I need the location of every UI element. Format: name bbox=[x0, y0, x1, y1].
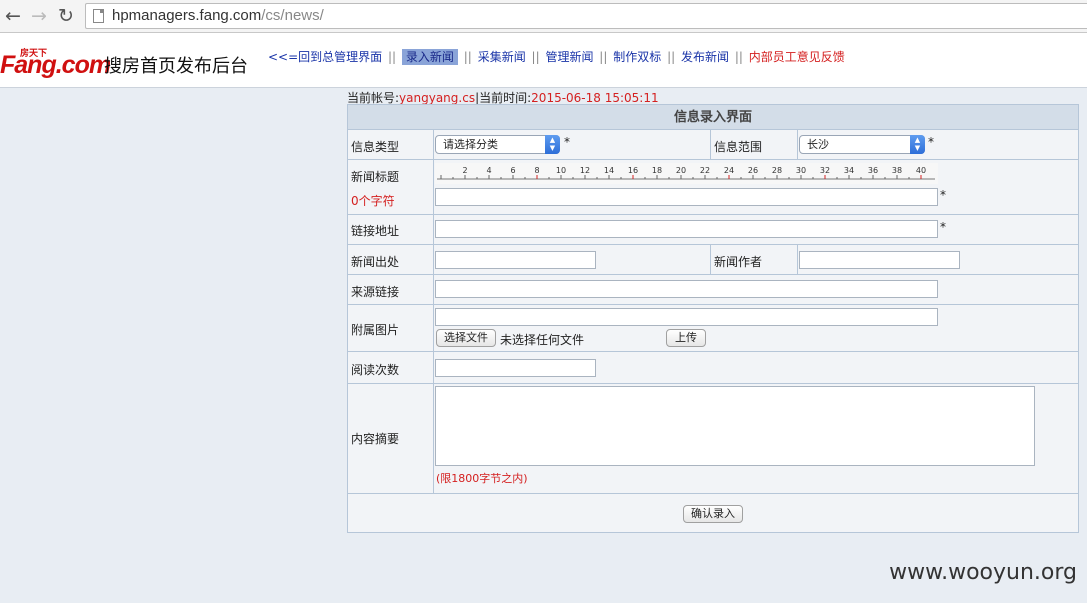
arrow-right-icon[interactable]: → bbox=[28, 5, 50, 27]
current-time: 2015-06-18 15:05:11 bbox=[531, 91, 659, 105]
ruler-tick-label: 4 bbox=[486, 166, 491, 175]
ruler-tick-label: 14 bbox=[604, 166, 614, 175]
form-title: 信息录入界面 bbox=[348, 105, 1078, 130]
ruler-tick-label: 6 bbox=[510, 166, 515, 175]
row-link: 链接地址 * bbox=[348, 215, 1078, 245]
row-origin-author: 新闻出处 新闻作者 bbox=[348, 245, 1078, 275]
browser-toolbar: ← → ↻ hpmanagers.fang.com/cs/news/ bbox=[0, 0, 1087, 33]
nav-feedback[interactable]: 内部员工意见反馈 bbox=[749, 50, 845, 64]
nav-double-title[interactable]: 制作双标 bbox=[613, 50, 661, 64]
ruler-tick-label: 28 bbox=[772, 166, 782, 175]
image-label: 附属图片 bbox=[351, 323, 400, 337]
news-entry-form: 信息录入界面 信息类型 请选择分类 ▲ ▼ * 信息范围 长沙 ▲ ▼ * 新闻标题 0… bbox=[347, 104, 1079, 533]
link-input[interactable] bbox=[435, 220, 938, 238]
type-label: 信息类型 bbox=[351, 140, 400, 154]
ruler-tick-label: 12 bbox=[580, 166, 590, 175]
nav-back-to-admin[interactable]: <<=回到总管理界面 bbox=[268, 50, 382, 64]
row-summary: 内容摘要 (限1800字节之内) bbox=[348, 384, 1078, 494]
char-ruler: 2 4 6 8 10 12 14 16 18 20 22 24 26 28 30 32 34 36 38 40 bbox=[435, 163, 938, 184]
nav-publish-news[interactable]: 发布新闻 bbox=[681, 50, 729, 64]
author-label: 新闻作者 bbox=[714, 255, 763, 269]
source-link-label: 来源链接 bbox=[351, 285, 400, 299]
nav-manage-news[interactable]: 管理新闻 bbox=[545, 50, 593, 64]
row-source-link: 来源链接 bbox=[348, 275, 1078, 305]
type-select[interactable]: 请选择分类 ▲ ▼ bbox=[435, 135, 560, 154]
watermark: www.wooyun.org bbox=[889, 560, 1077, 585]
headline-input[interactable] bbox=[435, 188, 938, 206]
origin-label: 新闻出处 bbox=[351, 255, 400, 269]
ruler-tick-label: 32 bbox=[820, 166, 830, 175]
ruler-tick-label: 26 bbox=[748, 166, 758, 175]
submit-button[interactable]: 确认录入 bbox=[683, 505, 743, 523]
chevron-updown-icon: ▲ ▼ bbox=[545, 135, 560, 154]
row-image: 附属图片 选择文件 未选择任何文件 上传 bbox=[348, 305, 1078, 352]
row-type-scope: 信息类型 请选择分类 ▲ ▼ * 信息范围 长沙 ▲ ▼ * bbox=[348, 130, 1078, 160]
headline-label: 新闻标题 bbox=[351, 170, 400, 184]
upload-button[interactable]: 上传 bbox=[666, 329, 706, 347]
link-label: 链接地址 bbox=[351, 224, 400, 238]
reload-icon[interactable]: ↻ bbox=[55, 5, 77, 27]
char-count: 0个字符 bbox=[351, 194, 395, 208]
ruler-tick-label: 36 bbox=[868, 166, 878, 175]
read-count-input[interactable] bbox=[435, 359, 596, 377]
scope-select[interactable]: 长沙 ▲ ▼ bbox=[799, 135, 925, 154]
ruler-tick-label: 24 bbox=[724, 166, 734, 175]
ruler-tick-label: 8 bbox=[534, 166, 539, 175]
origin-input[interactable] bbox=[435, 251, 596, 269]
url-text: hpmanagers.fang.com/cs/news/ bbox=[112, 7, 324, 24]
ruler-tick-label: 2 bbox=[462, 166, 467, 175]
summary-textarea[interactable] bbox=[435, 386, 1035, 466]
ruler-tick-label: 38 bbox=[892, 166, 902, 175]
ruler-tick-label: 30 bbox=[796, 166, 806, 175]
ruler-tick-label: 22 bbox=[700, 166, 710, 175]
no-file-text: 未选择任何文件 bbox=[500, 333, 585, 347]
ruler-tick-label: 34 bbox=[844, 166, 854, 175]
top-nav: <<=回到总管理界面 || 录入新闻 || 采集新闻 || 管理新闻 || 制作… bbox=[268, 49, 845, 65]
ruler-tick-label: 40 bbox=[916, 166, 926, 175]
site-title: 搜房首页发布后台 bbox=[104, 56, 248, 77]
page-icon bbox=[93, 9, 104, 23]
summary-limit-note: (限1800字节之内) bbox=[436, 472, 528, 485]
author-input[interactable] bbox=[799, 251, 960, 269]
ruler-tick-label: 16 bbox=[628, 166, 638, 175]
scope-label: 信息范围 bbox=[714, 140, 763, 154]
address-bar[interactable]: hpmanagers.fang.com/cs/news/ bbox=[85, 3, 1087, 29]
chevron-updown-icon: ▲ ▼ bbox=[910, 135, 925, 154]
row-read-count: 阅读次数 bbox=[348, 352, 1078, 384]
ruler-tick-label: 10 bbox=[556, 166, 566, 175]
nav-enter-news[interactable]: 录入新闻 bbox=[401, 49, 458, 65]
arrow-left-icon[interactable]: ← bbox=[2, 5, 24, 27]
fang-logo[interactable]: 房天下 Fang.com bbox=[0, 45, 111, 79]
source-link-input[interactable] bbox=[435, 280, 938, 298]
ruler-tick-label: 20 bbox=[676, 166, 686, 175]
site-header: 房天下 Fang.com 搜房首页发布后台 <<=回到总管理界面 || 录入新闻… bbox=[0, 33, 1087, 88]
row-submit: 确认录入 bbox=[348, 494, 1078, 532]
ruler-tick-label: 18 bbox=[652, 166, 662, 175]
read-count-label: 阅读次数 bbox=[351, 363, 400, 377]
account-user: yangyang.cs bbox=[399, 91, 476, 105]
summary-label: 内容摘要 bbox=[351, 432, 400, 446]
image-path-input[interactable] bbox=[435, 308, 938, 326]
choose-file-button[interactable]: 选择文件 bbox=[436, 329, 496, 347]
row-headline: 新闻标题 0个字符 2 4 6 8 10 12 14 16 18 20 22 24 26 28 30 32 34… bbox=[348, 160, 1078, 215]
nav-collect-news[interactable]: 采集新闻 bbox=[478, 50, 526, 64]
